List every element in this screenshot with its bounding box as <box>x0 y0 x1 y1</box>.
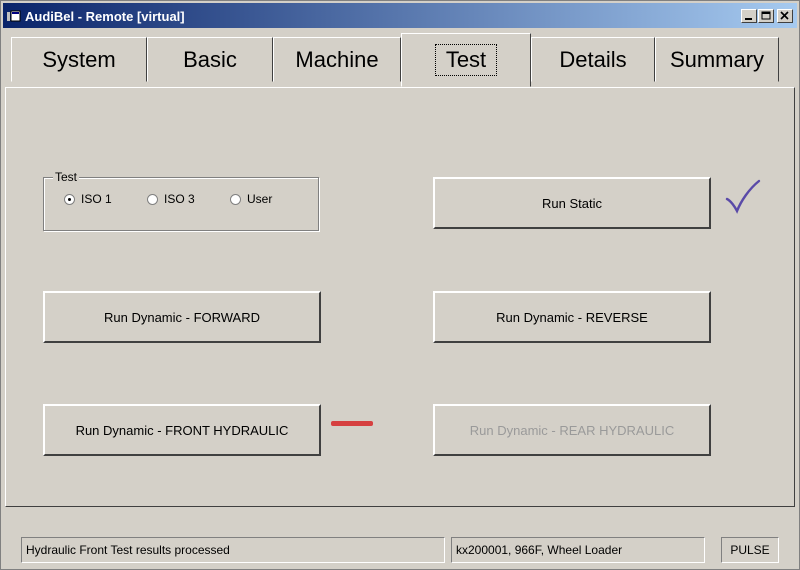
run-forward-button[interactable]: Run Dynamic - FORWARD <box>43 291 321 343</box>
radio-iso3[interactable]: ISO 3 <box>147 192 195 206</box>
tab-basic[interactable]: Basic <box>147 37 273 82</box>
minimize-button[interactable] <box>741 9 757 23</box>
app-window: AudiBel - Remote [virtual] System Basic … <box>0 0 800 570</box>
run-reverse-button[interactable]: Run Dynamic - REVERSE <box>433 291 711 343</box>
radio-iso1[interactable]: ISO 1 <box>64 192 112 206</box>
status-message: Hydraulic Front Test results processed <box>21 537 445 563</box>
title-bar[interactable]: AudiBel - Remote [virtual] <box>3 3 797 28</box>
tab-label: Basic <box>183 46 237 72</box>
radio-iso3-indicator[interactable] <box>147 193 158 205</box>
window-title: AudiBel - Remote [virtual] <box>25 9 185 24</box>
radio-user[interactable]: User <box>230 192 272 206</box>
maximize-button[interactable] <box>758 9 774 23</box>
minimize-icon <box>745 18 752 20</box>
dash-icon <box>331 421 373 426</box>
status-mode: PULSE <box>721 537 779 563</box>
tab-system[interactable]: System <box>11 37 147 82</box>
tab-label: Details <box>559 46 627 72</box>
tab-label: Summary <box>669 46 765 72</box>
tab-details[interactable]: Details <box>531 37 655 82</box>
tab-label: Test <box>434 44 498 76</box>
run-rear-hydraulic-button: Run Dynamic - REAR HYDRAULIC <box>433 404 711 456</box>
test-group-legend: Test <box>53 170 80 184</box>
close-button[interactable] <box>777 9 793 23</box>
tab-strip: System Basic Machine Test Details Summar… <box>3 29 797 89</box>
tab-summary[interactable]: Summary <box>655 37 779 82</box>
maximize-icon <box>761 11 771 20</box>
test-groupbox: Test ISO 1 ISO 3 User <box>43 170 319 231</box>
radio-user-indicator[interactable] <box>230 193 241 205</box>
close-icon <box>780 11 789 20</box>
run-static-button[interactable]: Run Static <box>433 177 711 229</box>
check-icon <box>725 179 761 214</box>
status-machine: kx200001, 966F, Wheel Loader <box>451 537 705 563</box>
radio-iso3-label: ISO 3 <box>164 192 195 206</box>
tab-label: Machine <box>295 46 379 72</box>
app-icon <box>7 10 21 22</box>
tab-label: System <box>42 46 116 72</box>
radio-iso1-label: ISO 1 <box>81 192 112 206</box>
radio-iso1-indicator[interactable] <box>64 193 75 205</box>
run-front-hydraulic-button[interactable]: Run Dynamic - FRONT HYDRAULIC <box>43 404 321 456</box>
tab-machine[interactable]: Machine <box>273 37 401 82</box>
radio-user-label: User <box>247 192 273 206</box>
tab-test[interactable]: Test <box>401 33 531 87</box>
